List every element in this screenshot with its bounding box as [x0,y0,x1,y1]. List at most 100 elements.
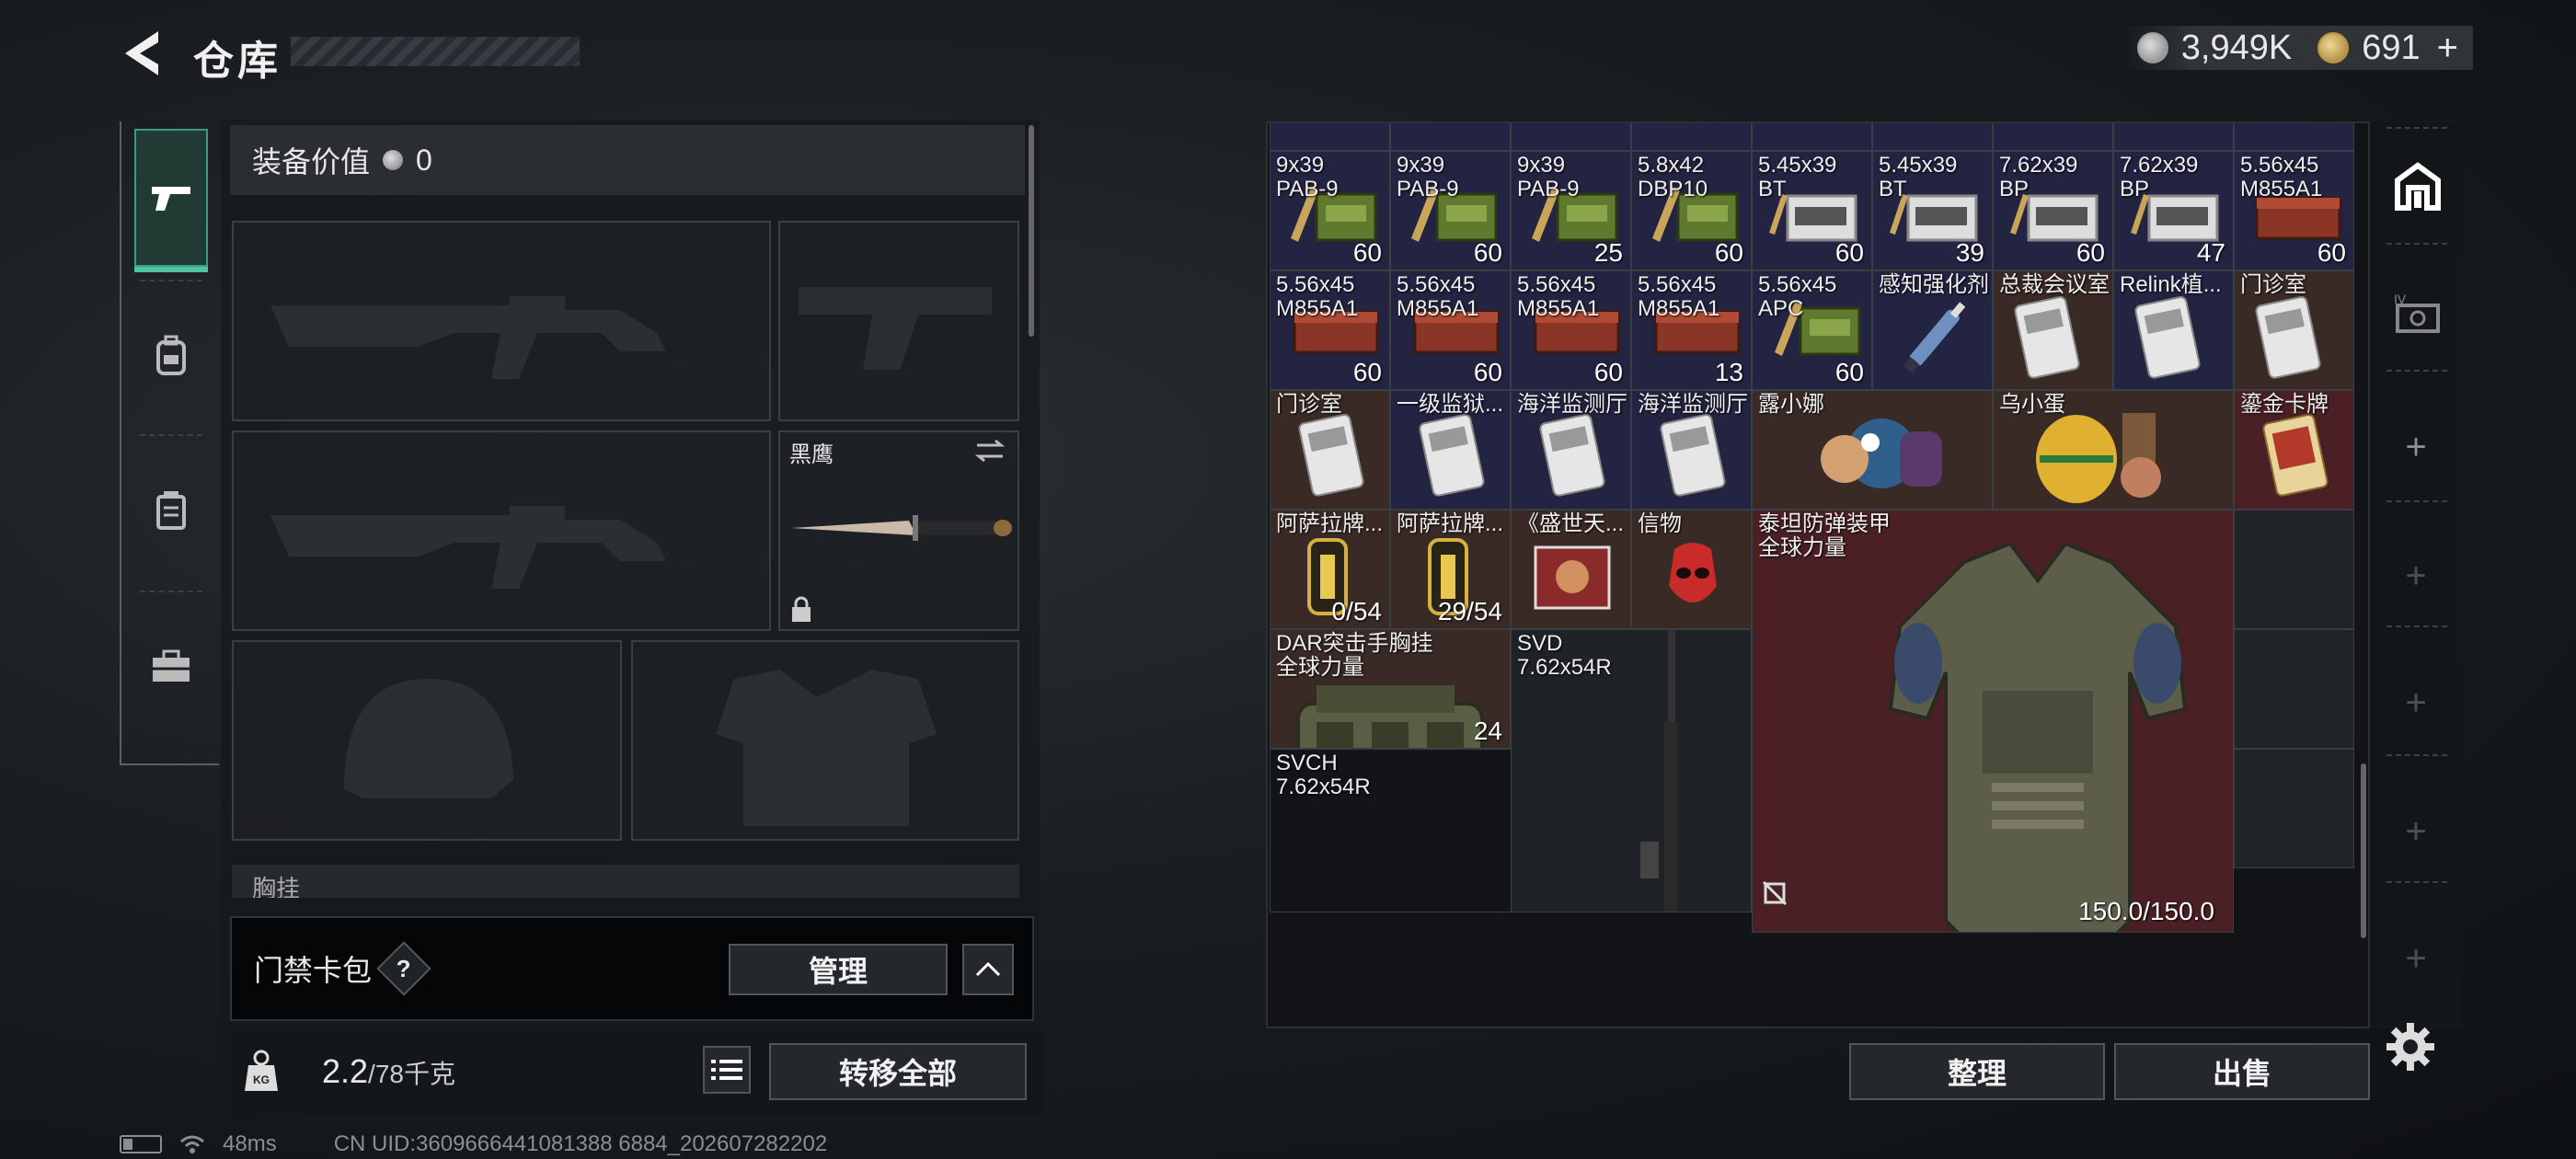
keycard-icon [2125,292,2208,384]
sell-button[interactable]: 出售 [2114,1043,2370,1100]
not-insured-icon [1762,880,1788,906]
stash-scrollbar[interactable] [2361,763,2366,938]
stash-item[interactable]: 鎏金卡牌 [2234,390,2354,510]
stash-item[interactable]: 5.45x39 BT 39 [1872,151,1993,270]
stash-item[interactable]: Relink植... [2113,270,2234,390]
stash-item[interactable]: 《盛世天... [1511,510,1631,629]
stash-item[interactable]: 9x39 PAB-9 60 [1270,151,1390,270]
item-count: 60 [2076,238,2105,267]
item-name: 5.56x45 APC [1758,272,1837,321]
stash-item-partial[interactable]: 60 [1511,123,1631,151]
keycard-icon [2246,292,2329,384]
tab-toolbox[interactable] [134,598,208,736]
stash-page-1[interactable] [2388,158,2447,217]
stash-item[interactable]: 5.56x45 M855A1 60 [1270,270,1390,390]
secondary-weapon-slot[interactable] [232,430,771,631]
helmet-slot[interactable] [232,640,622,841]
manage-button[interactable]: 管理 [729,944,948,995]
stash-item[interactable]: 9x39 PAB-9 25 [1511,151,1631,270]
pistol-slot[interactable] [778,221,1019,421]
stash-item[interactable]: 海洋监测厅 [1631,390,1752,510]
empty-slot[interactable] [2234,629,2354,749]
list-view-button[interactable] [703,1046,751,1094]
silver-amount: 3,949K [2180,28,2293,67]
stash-item[interactable]: 7.62x39 BP 47 [2113,151,2234,270]
item-count: 24 [1473,717,1502,745]
gold-coin-icon [2317,32,2350,63]
item-name: 总裁会议室 [1999,272,2110,297]
armor-item[interactable]: 泰坦防弹装甲 全球力量 150.0/150.0 [1752,510,2234,933]
stash-item[interactable]: 阿萨拉牌... 29/54 [1390,510,1511,629]
stash-item[interactable]: 5.56x45 APC 60 [1752,270,1872,390]
stash-item[interactable]: 5.8x42 DBP10 60 [1631,151,1752,270]
item-name: Relink植... [2120,272,2222,297]
svd-item[interactable]: SVD 7.62x54R [1511,629,1752,912]
stash-item[interactable]: 海洋监测厅 [1511,390,1631,510]
stash-item-partial[interactable]: 60 [1390,123,1511,151]
stash-item[interactable]: 信物 [1631,510,1752,629]
add-currency-button[interactable]: + [2437,28,2458,69]
add-page-button[interactable]: + [2398,557,2434,594]
helmet-silhouette-icon [344,679,513,798]
stash-item[interactable]: 门诊室 [1270,390,1390,510]
stash-item[interactable]: 9x39 PAB-9 60 [1390,151,1511,270]
stash-item[interactable]: 5.56x45 M855A1 60 [1511,270,1631,390]
stash-item-partial[interactable]: 60 [1872,123,1993,151]
back-arrow-icon [125,31,158,75]
item-count: 60 [1473,238,1502,267]
add-page-button[interactable]: + [2398,429,2434,465]
stash-item-partial[interactable]: 60 [1752,123,1872,151]
collapse-button[interactable] [962,944,1014,995]
primary-weapon-slot[interactable] [232,221,771,421]
stash-item-partial[interactable]: 64 [1270,123,1390,151]
stash-item[interactable]: 门诊室 [2234,270,2354,390]
stash-item[interactable]: 5.56x45 M855A1 13 [1631,270,1752,390]
item-count: 60 [1473,358,1502,386]
item-count: 60 [2317,238,2346,267]
keycard-icon [1650,409,1733,501]
stash-item[interactable]: 5.45x39 BT 60 [1752,151,1872,270]
equipment-scrollbar[interactable] [1029,125,1034,337]
item-name: 鎏金卡牌 [2240,392,2329,417]
back-button[interactable] [118,28,166,79]
svch-item[interactable]: SVCH 7.62x54R [1270,749,1511,912]
stash-item-partial[interactable]: 60 [1631,123,1752,151]
item-name: 《盛世天... [1517,511,1625,536]
weight-readout: 2.2/78千克 [322,1052,455,1091]
page-title: 仓库 [193,39,282,84]
stash-item[interactable]: 5.56x45 M855A1 60 [2234,151,2354,270]
item-count: 60 [1352,358,1382,386]
stash-page-2[interactable]: IV [2388,283,2447,342]
stash-item-partial[interactable]: 60 [2234,123,2354,151]
transfer-all-button[interactable]: 转移全部 [769,1043,1027,1100]
help-icon[interactable]: ? [376,941,431,996]
item-name: 阿萨拉牌... [1276,511,1384,536]
stash-item-partial[interactable]: 37 [2113,123,2234,151]
swap-icon[interactable] [973,438,1006,464]
stash-item[interactable]: 露小娜 [1752,390,1993,510]
empty-slot[interactable] [2234,510,2354,629]
add-page-button[interactable]: + [2398,813,2434,850]
add-page-button[interactable]: + [2398,940,2434,977]
stash-item[interactable]: 阿萨拉牌... 0/54 [1270,510,1390,629]
stash-item[interactable]: 7.62x39 BP 60 [1993,151,2113,270]
melee-slot[interactable]: 黑鹰 [778,430,1019,631]
sort-button[interactable]: 整理 [1849,1043,2105,1100]
tab-case[interactable] [134,442,208,580]
item-count: 39 [1955,238,1984,267]
item-count: 60 [1834,358,1864,386]
stash-item[interactable]: 一级监狱... [1390,390,1511,510]
empty-slot[interactable] [2234,749,2354,868]
stash-item[interactable]: 5.56x45 M855A1 60 [1390,270,1511,390]
item-count: 60 [1834,238,1864,267]
armor-slot[interactable] [631,640,1019,841]
add-page-button[interactable]: + [2398,684,2434,721]
chest-rig-item[interactable]: DAR突击手胸挂 全球力量 24 [1270,629,1511,749]
tab-weapons[interactable] [134,129,208,272]
tab-gear[interactable] [134,287,208,425]
stash-item[interactable]: 乌小蛋 [1993,390,2234,510]
stash-item-partial[interactable]: 60 [1993,123,2113,151]
stash-item[interactable]: 感知强化剂 [1872,270,1993,390]
stash-item[interactable]: 总裁会议室 [1993,270,2113,390]
settings-gear-icon[interactable] [2385,1021,2436,1073]
